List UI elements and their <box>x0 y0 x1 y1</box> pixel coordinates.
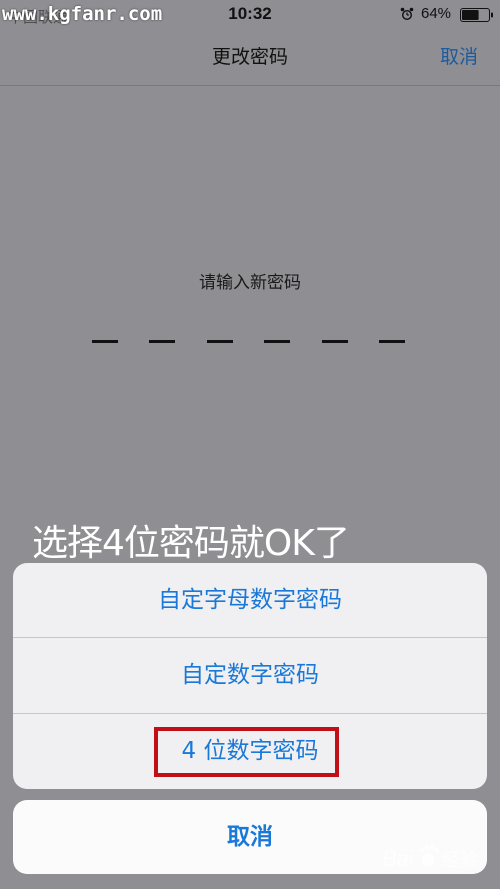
svg-text:经验: 经验 <box>442 850 478 871</box>
highlight-box <box>154 727 339 777</box>
battery-icon <box>460 8 493 22</box>
option-custom-alphanumeric-code[interactable]: 自定字母数字密码 <box>13 563 487 637</box>
passcode-prompt: 请输入新密码 <box>199 273 301 293</box>
nav-cancel-button[interactable]: 取消 <box>440 42 478 69</box>
tutorial-caption: 选择4位密码就OK了 <box>32 523 350 564</box>
passcode-digit-slot <box>206 340 233 343</box>
passcode-digit-slot <box>321 340 348 343</box>
svg-text:Bai: Bai <box>382 846 415 871</box>
page-title: 更改密码 <box>211 46 288 68</box>
passcode-digit-slot <box>379 340 405 343</box>
nav-divider <box>0 85 500 86</box>
passcode-digit-slot <box>264 340 291 343</box>
passcode-digit-slot <box>92 340 118 343</box>
baidu-paw-icon <box>419 844 440 867</box>
alarm-clock-icon <box>400 7 414 20</box>
option-custom-numeric-code[interactable]: 自定数字密码 <box>13 638 487 712</box>
battery-percent: 64% <box>421 5 452 22</box>
status-bar: 中国联通 www.kgfanr.com 10:32 64% <box>0 0 500 30</box>
passcode-digit-slot <box>149 340 176 343</box>
baidu-jingyan-logo: Bai 经验 <box>382 844 478 871</box>
